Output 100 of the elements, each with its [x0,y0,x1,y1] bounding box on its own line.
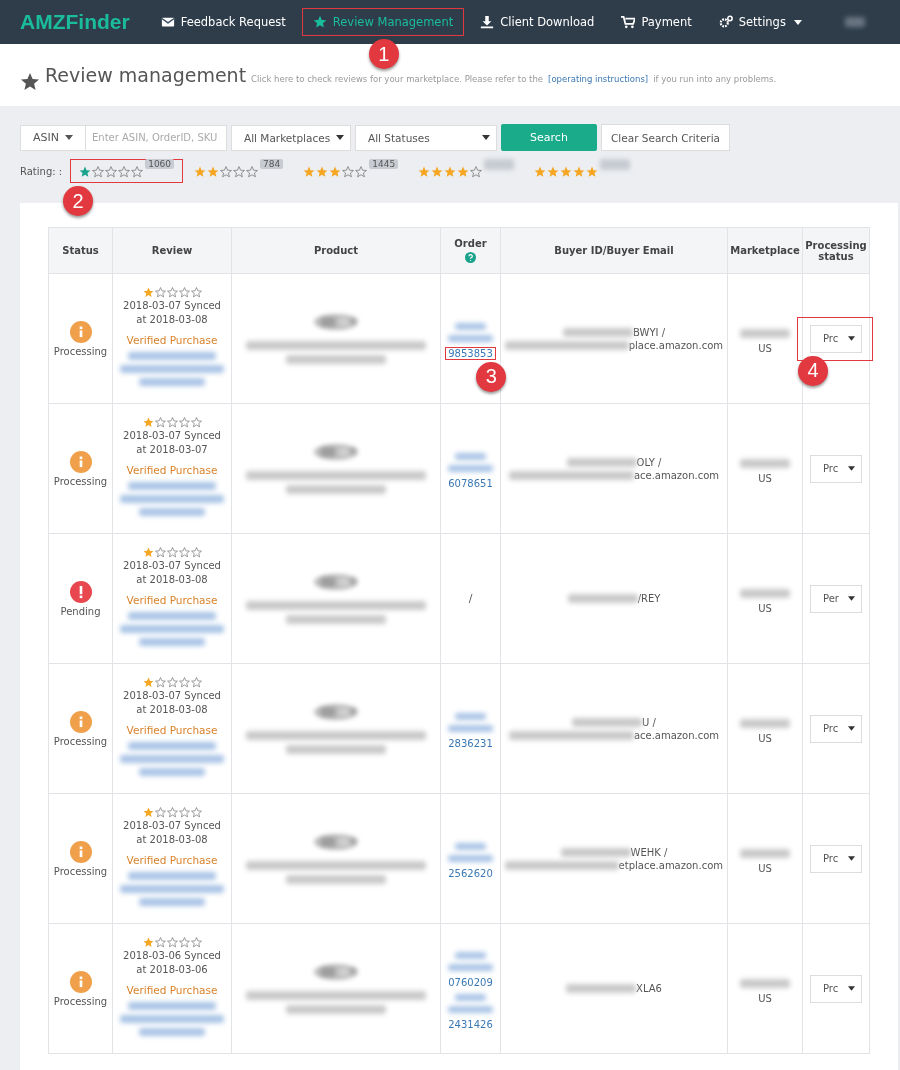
blurred-text [600,158,631,170]
star-icon [329,166,342,178]
status-dropdown[interactable]: All Statuses [355,124,497,151]
search-field[interactable]: Enter ASIN, OrderID, SKU [85,124,227,151]
empty-star-icon [190,286,202,298]
column-header: Status [62,245,99,256]
rating-filter[interactable]: 1445 [294,159,408,183]
empty-star-icon [166,546,178,558]
status-dropdown[interactable]: Per [810,584,862,613]
blurred-text [484,158,515,170]
star-icon [312,15,327,29]
star-icon [207,166,220,178]
blurred-text [563,327,633,337]
blurred-text [566,457,637,467]
marketplace-text: US [757,862,773,874]
info-icon [69,710,92,733]
star-icon [431,166,444,178]
logo[interactable]: AMZFinder [20,10,130,34]
buyer-text: U / [642,716,656,728]
marketplace-text: US [757,992,773,1004]
annotation-number: 3 [476,361,507,392]
star-icon [303,166,316,178]
buyer-text: /REY [637,593,661,604]
instructions-link[interactable]: [operating instructions] [548,74,649,84]
star-icon [142,286,154,298]
blurred-text [447,1005,494,1013]
download-icon [480,15,495,29]
review-date: 2018-03-07 Synced at 2018-03-07 [122,428,222,457]
order-link[interactable]: 2431426 [445,1017,496,1031]
buyer-text: OLY / [636,456,662,468]
marketplace-text: US [757,602,773,614]
status-dropdown[interactable]: Prc [810,454,862,483]
status-dropdown[interactable]: Prc [810,714,862,743]
empty-star-icon [190,546,202,558]
star-icon [142,546,154,558]
count-badge: 784 [260,159,284,169]
search-type-dropdown[interactable]: ASIN [20,124,86,151]
buyer-text: WEHK / [630,846,668,858]
blurred-text [139,377,205,386]
empty-star-icon [178,676,190,688]
nav-item[interactable]: Payment [610,8,703,36]
caret-icon [848,596,855,601]
empty-star-icon [131,166,144,178]
blurred-text [139,767,205,776]
blurred-text [139,507,205,516]
status-dropdown[interactable]: Prc [810,844,862,873]
verified-label: Verified Purchase [125,722,219,737]
annotation-number: 2 [63,186,94,216]
nav-item[interactable]: Client Download [469,8,606,36]
star-icon [20,72,40,92]
star-icon [142,416,154,428]
blurred-text [455,993,486,1001]
blurred-text [455,452,486,460]
info-icon [69,970,92,993]
status-label: Processing [53,345,108,357]
info-icon [69,450,92,473]
nav-item[interactable]: Settings [707,8,813,36]
review-date: 2018-03-07 Synced at 2018-03-08 [122,558,222,587]
column-header: Product [313,245,359,256]
gears-icon [718,15,733,29]
empty-star-icon [246,166,259,178]
status-dropdown[interactable]: Prc [810,324,862,353]
order-link[interactable]: 6078651 [445,476,496,490]
star-icon [79,166,92,178]
status-dropdown[interactable]: Prc [810,974,862,1003]
count-badge: 1445 [369,159,399,169]
empty-star-icon [105,166,118,178]
order-link[interactable]: 2836231 [445,736,496,750]
review-date: 2018-03-07 Synced at 2018-03-08 [122,818,222,847]
caret-icon [848,336,855,341]
blurred-text [845,17,865,27]
star-icon [560,166,573,178]
nav-item[interactable]: Feedback Request [149,8,297,36]
star-icon [142,676,154,688]
verified-label: Verified Purchase [125,592,219,607]
help-icon [465,252,476,263]
marketplace-text: US [757,732,773,744]
blurred-text [139,897,205,906]
blurred-text [447,464,494,472]
order-link[interactable]: 2562620 [445,866,496,880]
rating-filter[interactable]: 784 [185,159,293,183]
star-icon [534,166,547,178]
empty-star-icon [166,936,178,948]
blurred-text [740,848,790,858]
status-label: Processing [53,995,108,1007]
star-icon [573,166,586,178]
rating-label: Rating: : [20,165,63,177]
verified-label: Verified Purchase [125,982,219,997]
order-link[interactable]: 0760209 [445,975,496,989]
buyer-text: etplace.amazon.com [618,859,723,871]
star-icon [444,166,457,178]
blurred-text [447,724,494,732]
alert-icon [69,580,92,603]
marketplace-dropdown[interactable]: All Marketplaces [231,124,351,151]
empty-star-icon [190,936,202,948]
star-icon [142,806,154,818]
clear-button[interactable]: Clear Search Criteria [601,124,730,151]
column-header: Marketplace [730,245,800,256]
buyer-text: ace.amazon.com [633,469,720,481]
column-header: Processing status [805,239,867,262]
